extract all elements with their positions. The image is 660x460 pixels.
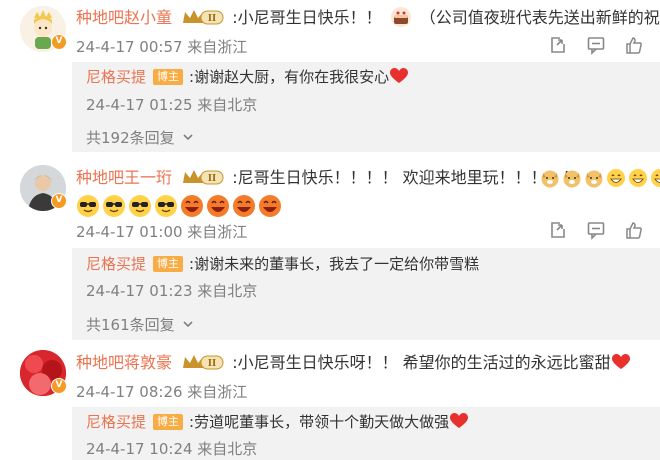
comment-line: 种地吧赵小童 II :小尼哥生日快乐！！ （公司值夜班代表先送出新鲜的祝福 — [76, 7, 660, 29]
share-icon[interactable] — [548, 35, 568, 55]
comment-actions — [548, 220, 644, 240]
laugh-emoji-icon — [181, 195, 203, 217]
more-replies-link[interactable]: 共161条回复 — [86, 314, 193, 335]
reply-line: 尼格买提 博主 :谢谢未来的董事长，我去了一定给你带雪糕 — [86, 253, 479, 275]
laugh-emoji-icon — [259, 195, 281, 217]
cake-emoji-icon — [390, 7, 411, 27]
emoji-row — [76, 194, 284, 218]
emoji-row-doge — [540, 168, 660, 188]
doge-emoji-icon — [563, 170, 581, 188]
laugh-emoji-icon — [207, 195, 229, 217]
comment-line: 种地吧蒋敦豪 II :小尼哥生日快乐呀！！ 希望你的生活过的永远比蜜甜 — [76, 352, 630, 374]
comment-username[interactable]: 种地吧赵小童 — [76, 8, 172, 27]
comment-meta: 24-4-17 00:57 来自浙江 — [76, 38, 248, 56]
grin-emoji-icon — [651, 169, 660, 187]
chevron-down-icon — [183, 321, 193, 328]
doge-emoji-icon — [585, 170, 603, 188]
like-icon[interactable] — [624, 35, 644, 55]
reply-text: :谢谢赵大厨，有你在我很安心 — [189, 68, 390, 86]
comment-meta: 24-4-17 08:26 来自浙江 — [76, 383, 248, 401]
comment-text: :小尼哥生日快乐呀！！ 希望你的生活过的永远比蜜甜 — [232, 353, 611, 372]
reply-meta: 24-4-17 01:25 来自北京 — [86, 96, 258, 114]
verified-badge-icon: V — [51, 378, 67, 394]
reply-username[interactable]: 尼格买提 — [86, 413, 146, 431]
comment-line: 种地吧王一珩 II :尼哥生日快乐！！！！ 欢迎来地里玩！！！！！ — [76, 167, 579, 189]
cool-emoji-icon — [103, 195, 125, 217]
chevron-down-icon — [183, 134, 193, 141]
heart-emoji-icon — [611, 354, 630, 369]
vip-crown-icon: II — [183, 170, 224, 185]
comment-username[interactable]: 种地吧王一珩 — [76, 168, 172, 187]
laugh-emoji-icon — [233, 195, 255, 217]
comment-text: :小尼哥生日快乐！！ — [232, 8, 382, 27]
reply-text: :劳道呢董事长，带领十个勤天做大做强 — [189, 413, 450, 431]
reply-meta: 24-4-17 01:23 来自北京 — [86, 282, 258, 300]
vip-level: II — [208, 359, 216, 369]
doge-emoji-icon — [541, 170, 559, 188]
author-badge: 博主 — [153, 414, 184, 430]
vip-level: II — [208, 14, 216, 24]
comment-icon[interactable] — [586, 220, 606, 240]
vip-crown-icon: II — [183, 10, 224, 25]
reply-box: 尼格买提 博主 :劳道呢董事长，带领十个勤天做大做强 24-4-17 10:24 来… — [72, 407, 660, 460]
grin-emoji-icon — [629, 169, 647, 187]
reply-box: 尼格买提 博主 :谢谢未来的董事长，我去了一定给你带雪糕 24-4-17 01:23… — [72, 248, 660, 340]
reply-text: :谢谢未来的董事长，我去了一定给你带雪糕 — [189, 255, 480, 273]
more-replies-link[interactable]: 共192条回复 — [86, 127, 193, 148]
reply-username[interactable]: 尼格买提 — [86, 68, 146, 86]
cool-emoji-icon — [129, 195, 151, 217]
author-badge: 博主 — [153, 69, 184, 85]
reply-meta: 24-4-17 10:24 来自北京 — [86, 440, 258, 458]
cool-emoji-icon — [155, 195, 177, 217]
vip-level: II — [208, 174, 216, 184]
comment-text-continued: （公司值夜班代表先送出新鲜的祝福 — [419, 8, 660, 27]
comment-actions — [548, 35, 644, 55]
comment-meta: 24-4-17 01:00 来自浙江 — [76, 223, 248, 241]
cool-emoji-icon — [77, 195, 99, 217]
reply-box: 尼格买提 博主:谢谢赵大厨，有你在我很安心 24-4-17 01:25 来自北京 … — [72, 62, 660, 152]
comment-text: :尼哥生日快乐！！！！ 欢迎来地里玩！！！！！ — [232, 168, 579, 187]
verified-badge-icon: V — [51, 193, 67, 209]
comment-icon[interactable] — [586, 35, 606, 55]
comment-username[interactable]: 种地吧蒋敦豪 — [76, 353, 172, 372]
like-icon[interactable] — [624, 220, 644, 240]
heart-emoji-icon — [450, 413, 469, 428]
vip-crown-icon: II — [183, 355, 224, 370]
reply-line: 尼格买提 博主 :劳道呢董事长，带领十个勤天做大做强 — [86, 411, 469, 433]
share-icon[interactable] — [548, 220, 568, 240]
author-badge: 博主 — [153, 256, 184, 272]
more-replies-label: 共192条回复 — [86, 129, 175, 147]
more-replies-label: 共161条回复 — [86, 316, 175, 334]
heart-emoji-icon — [390, 68, 409, 83]
reply-username[interactable]: 尼格买提 — [86, 255, 146, 273]
reply-line: 尼格买提 博主 :谢谢赵大厨，有你在我很安心 — [86, 66, 409, 88]
grin-emoji-icon — [607, 169, 625, 187]
verified-badge-icon: V — [51, 34, 67, 50]
